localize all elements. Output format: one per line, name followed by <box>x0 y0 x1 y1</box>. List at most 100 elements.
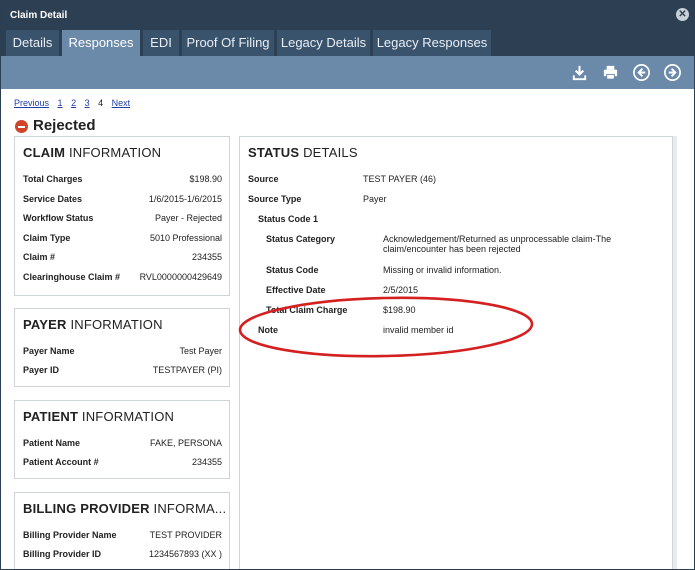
panel-title-rest: INFORMA... <box>153 501 227 516</box>
status-code-header-label: Status Code 1 <box>258 214 319 224</box>
row-value: RVL0000000429649 <box>139 272 222 282</box>
panel-title-bold: PATIENT <box>23 409 79 424</box>
row-value: Test Payer <box>179 346 222 356</box>
info-row: Payer Name Test Payer <box>23 346 222 358</box>
row-key: Clearinghouse Claim # <box>23 272 121 282</box>
pager-page-3[interactable]: 3 <box>85 98 90 108</box>
tab-legacy-responses[interactable]: Legacy Responses <box>373 30 491 56</box>
info-row: Claim Type 5010 Professional <box>23 233 222 245</box>
status-code-header: Status Code 1 <box>258 214 458 226</box>
row-value: 1234567893 (XX ) <box>148 549 222 559</box>
pager-next[interactable]: Next <box>112 98 131 108</box>
effective-date-label: Effective Date <box>266 285 326 295</box>
info-row: Patient Account # 234355 <box>23 457 222 469</box>
source-label: Source <box>248 174 279 184</box>
status-details-panel: STATUS DETAILS Source TEST PAYER (46) So… <box>239 136 673 569</box>
total-claim-charge-row: Total Claim Charge $198.90 <box>266 305 666 317</box>
row-value: 1/6/2015-1/6/2015 <box>148 194 222 204</box>
row-value: 234355 <box>191 252 222 262</box>
source-row: Source TEST PAYER (46) <box>248 174 668 186</box>
info-row: Billing Provider ID 1234567893 (XX ) <box>23 549 222 561</box>
row-key: Claim # <box>23 252 56 262</box>
download-icon[interactable] <box>570 63 589 82</box>
info-row: Patient Name FAKE, PERSONA <box>23 438 222 450</box>
row-key: Workflow Status <box>23 213 94 223</box>
row-key: Claim Type <box>23 233 71 243</box>
panel-title-bold: STATUS <box>248 145 300 160</box>
patient-information-panel: PATIENT INFORMATION Patient Name FAKE, PE… <box>14 400 230 479</box>
source-type-row: Source Type Payer <box>248 194 668 206</box>
panel-title: PATIENT INFORMATION <box>23 409 174 424</box>
info-row: Total Charges $198.90 <box>23 174 222 186</box>
row-value: $198.90 <box>189 174 222 184</box>
total-claim-charge-label: Total Claim Charge <box>266 305 348 315</box>
row-value: 234355 <box>191 457 222 467</box>
source-type-label: Source Type <box>248 194 302 204</box>
pagination: Previous 1 2 3 4 Next <box>14 98 136 108</box>
row-value: 5010 Professional <box>149 233 222 243</box>
tab-responses[interactable]: Responses <box>62 30 140 56</box>
row-key: Total Charges <box>23 174 83 184</box>
rejected-icon <box>15 120 28 133</box>
panel-title-rest: DETAILS <box>303 145 358 160</box>
print-icon[interactable] <box>601 63 620 82</box>
tab-bar: Details Responses EDI Proof Of Filing Le… <box>1 29 694 56</box>
row-key: Patient Name <box>23 438 81 448</box>
note-label: Note <box>258 325 278 335</box>
next-icon[interactable] <box>663 63 682 82</box>
toolbar <box>1 56 694 89</box>
window-title: Claim Detail <box>10 10 68 21</box>
pager-page-1[interactable]: 1 <box>58 98 63 108</box>
pager-page-current: 4 <box>98 98 104 108</box>
row-value: Payer - Rejected <box>154 213 222 223</box>
status-label: Rejected <box>33 117 96 134</box>
panel-title-bold: BILLING PROVIDER <box>23 501 150 516</box>
row-value: FAKE, PERSONA <box>149 438 222 448</box>
info-row: Billing Provider Name TEST PROVIDER <box>23 530 222 542</box>
panel-shadow <box>673 136 677 569</box>
row-value: TEST PROVIDER <box>149 530 222 540</box>
tab-legacy-details[interactable]: Legacy Details <box>277 30 370 56</box>
status-category-row: Status Category Acknowledgement/Returned… <box>266 234 666 258</box>
panel-title-rest: INFORMATION <box>70 317 163 332</box>
info-row: Payer ID TESTPAYER (PI) <box>23 365 222 377</box>
status-code-label: Status Code <box>266 265 319 275</box>
info-row: Workflow Status Payer - Rejected <box>23 213 222 225</box>
row-key: Payer Name <box>23 346 75 356</box>
panel-title-rest: INFORMATION <box>81 409 175 424</box>
effective-date-row: Effective Date 2/5/2015 <box>266 285 666 297</box>
status-category-label: Status Category <box>266 234 336 244</box>
tab-details[interactable]: Details <box>6 30 59 56</box>
billing-provider-panel: BILLING PROVIDER INFORMA... Billing Prov… <box>14 492 230 569</box>
previous-icon[interactable] <box>632 63 651 82</box>
note-value: invalid member id <box>383 325 454 335</box>
tab-proof-of-filing[interactable]: Proof Of Filing <box>182 30 274 56</box>
tab-edi[interactable]: EDI <box>143 30 179 56</box>
row-key: Service Dates <box>23 194 83 204</box>
row-key: Payer ID <box>23 365 60 375</box>
row-value: TESTPAYER (PI) <box>152 365 222 375</box>
pager-previous[interactable]: Previous <box>14 98 49 108</box>
payer-information-panel: PAYER INFORMATION Payer Name Test Payer P… <box>14 308 230 387</box>
title-bar: Claim Detail ✕ <box>1 1 694 29</box>
info-row: Clearinghouse Claim # RVL0000000429649 <box>23 272 222 284</box>
info-row: Service Dates 1/6/2015-1/6/2015 <box>23 194 222 206</box>
panel-title: CLAIM INFORMATION <box>23 145 161 160</box>
status-code-row: Status Code Missing or invalid informati… <box>266 265 666 277</box>
claim-detail-window: Claim Detail ✕ Details Responses EDI Pro… <box>0 0 695 570</box>
panel-title: STATUS DETAILS <box>248 145 358 160</box>
claim-information-panel: CLAIM INFORMATION Total Charges $198.90 S… <box>14 136 230 296</box>
pager-page-2[interactable]: 2 <box>71 98 76 108</box>
info-row: Claim # 234355 <box>23 252 222 264</box>
row-key: Billing Provider Name <box>23 530 117 540</box>
source-value: TEST PAYER (46) <box>363 174 437 184</box>
status-code-value: Missing or invalid information. <box>383 265 502 275</box>
panel-title: PAYER INFORMATION <box>23 317 163 332</box>
panel-title: BILLING PROVIDER INFORMA... <box>23 501 226 516</box>
status-category-value: Acknowledgement/Returned as unprocessabl… <box>383 234 612 254</box>
close-icon[interactable]: ✕ <box>676 8 689 21</box>
row-key: Billing Provider ID <box>23 549 102 559</box>
effective-date-value: 2/5/2015 <box>383 285 419 295</box>
source-type-value: Payer <box>363 194 387 204</box>
note-row: Note invalid member id <box>258 325 658 337</box>
